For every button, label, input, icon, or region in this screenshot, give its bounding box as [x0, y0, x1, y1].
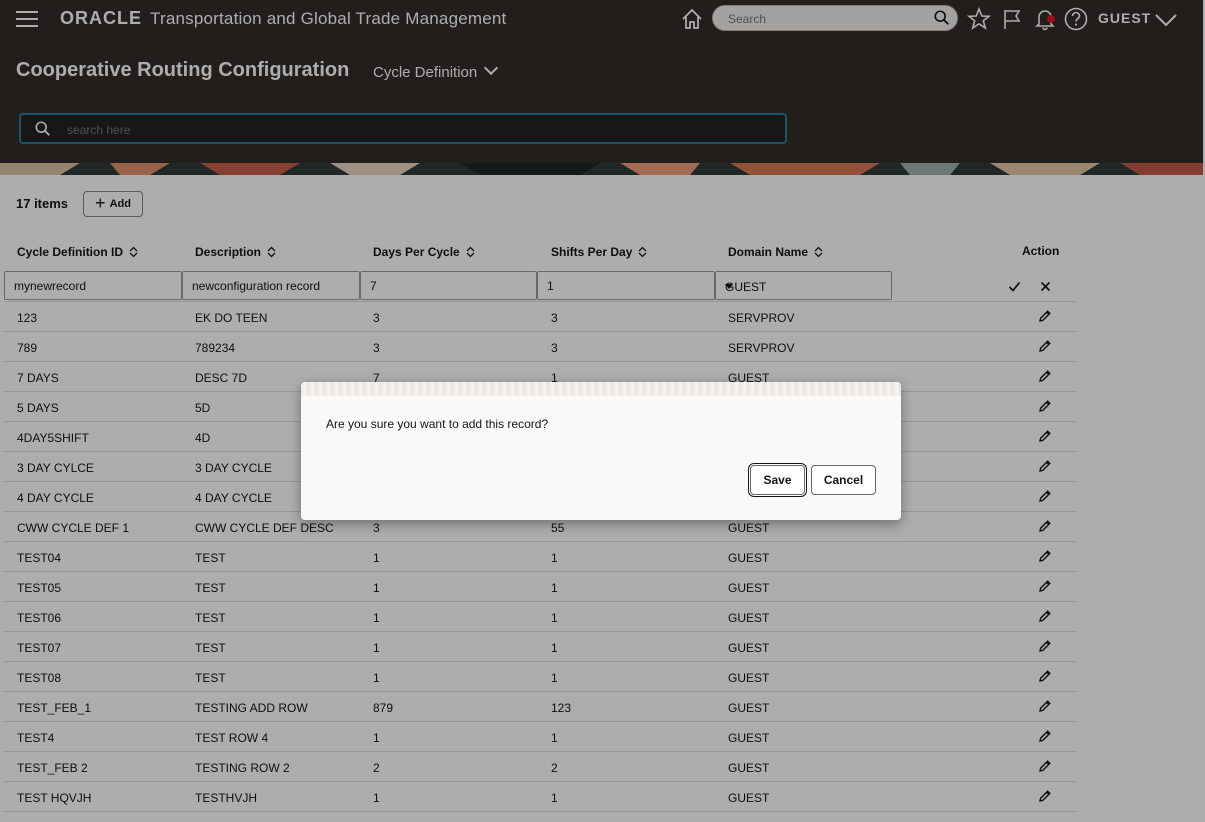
- confirm-dialog: Are you sure you want to add this record…: [301, 382, 901, 520]
- dialog-header: [301, 382, 901, 396]
- dialog-message: Are you sure you want to add this record…: [326, 417, 549, 431]
- cancel-button[interactable]: Cancel: [811, 465, 876, 495]
- save-button[interactable]: Save: [750, 465, 805, 495]
